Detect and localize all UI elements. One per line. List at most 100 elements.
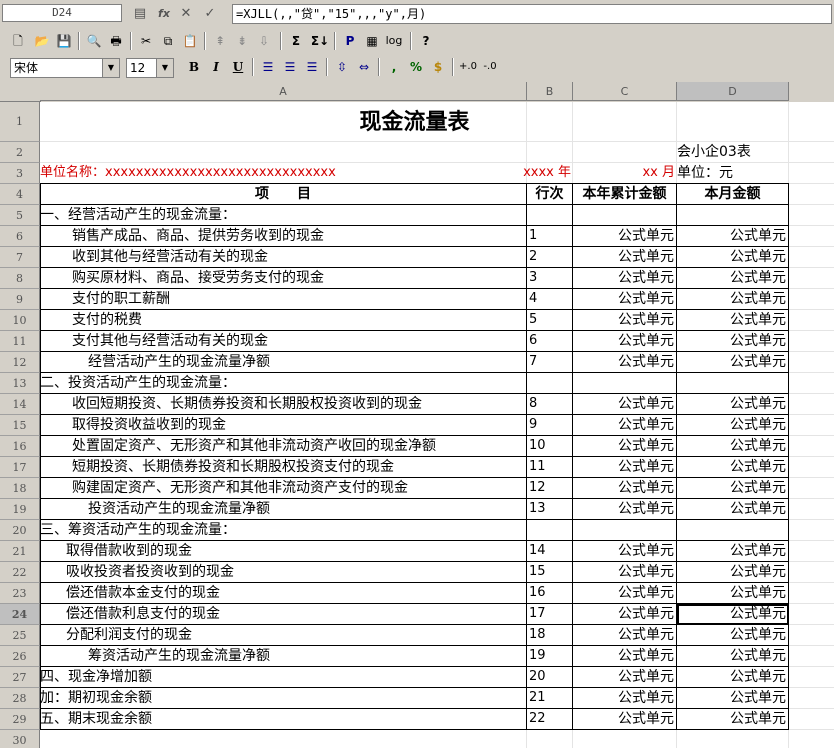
table-row-ytd-amount[interactable] [573,205,677,226]
underline-button[interactable]: U [228,57,248,77]
row-header-12[interactable]: 12 [0,352,40,373]
function-button[interactable]: fx [154,5,174,23]
new-file-icon[interactable]: 🗋 [8,31,28,51]
row-header-8[interactable]: 8 [0,268,40,289]
table-row-ytd-amount[interactable]: 公式单元 [573,394,677,415]
comma-style-button[interactable]: , [384,57,404,77]
align-right-icon[interactable]: ☰ [302,57,322,77]
row-header-29[interactable]: 29 [0,709,40,730]
italic-button[interactable]: I [206,57,226,77]
paste-icon[interactable]: 📋 [180,31,200,51]
table-row-ytd-amount[interactable]: 公式单元 [573,310,677,331]
sum-icon[interactable]: Σ [286,31,306,51]
table-row-ytd-amount[interactable] [573,520,677,541]
table-row-month-amount[interactable]: 公式单元 [677,499,789,520]
column-header-d[interactable]: D [677,82,789,101]
table-row-month-amount[interactable]: 公式单元 [677,352,789,373]
cut-icon[interactable]: ✂ [136,31,156,51]
table-row-month-amount[interactable]: 公式单元 [677,709,789,730]
table-row-ytd-amount[interactable]: 公式单元 [573,436,677,457]
row-header-5[interactable]: 5 [0,205,40,226]
table-row-month-amount[interactable]: 公式单元 [677,688,789,709]
table-row-month-amount[interactable]: 公式单元 [677,394,789,415]
row-header-10[interactable]: 10 [0,310,40,331]
selected-cell-d24[interactable]: 公式单元 [677,604,789,625]
sum-down-icon[interactable]: Σ↓ [310,31,330,51]
confirm-icon[interactable]: ✓ [200,5,220,23]
save-icon[interactable]: 💾 [54,31,74,51]
table-row-month-amount[interactable]: 公式单元 [677,625,789,646]
row-header-13[interactable]: 13 [0,373,40,394]
table-row-ytd-amount[interactable]: 公式单元 [573,625,677,646]
percent-style-button[interactable]: % [406,57,426,77]
table-row-ytd-amount[interactable]: 公式单元 [573,709,677,730]
row-header-23[interactable]: 23 [0,583,40,604]
align-center-icon[interactable]: ☰ [280,57,300,77]
table-row-month-amount[interactable]: 公式单元 [677,562,789,583]
printer-icon[interactable]: 🖶 [106,31,126,51]
cell-reference-box[interactable]: D24 [2,4,122,22]
table-row-ytd-amount[interactable]: 公式单元 [573,457,677,478]
row-header-16[interactable]: 16 [0,436,40,457]
row-header-9[interactable]: 9 [0,289,40,310]
font-name-select[interactable]: 宋体 ▼ [10,58,120,78]
open-folder-icon[interactable]: 📂 [32,31,52,51]
chevron-down-icon[interactable]: ▼ [102,59,119,77]
print-preview-icon[interactable]: 🔍 [84,31,104,51]
table-row-ytd-amount[interactable]: 公式单元 [573,247,677,268]
table-row-month-amount[interactable] [677,520,789,541]
table-row-month-amount[interactable]: 公式单元 [677,478,789,499]
table-row-ytd-amount[interactable]: 公式单元 [573,688,677,709]
column-header-c[interactable]: C [573,82,677,101]
increase-decimal-icon[interactable]: +.0 [458,57,478,77]
insert-row-icon[interactable]: ⇞ [210,31,230,51]
row-header-3[interactable]: 3 [0,163,40,184]
decrease-decimal-icon[interactable]: -.0 [480,57,500,77]
table-row-month-amount[interactable]: 公式单元 [677,415,789,436]
log-button[interactable]: log [384,31,404,51]
table-row-ytd-amount[interactable]: 公式单元 [573,604,677,625]
page-setup-icon[interactable]: ▦ [362,31,382,51]
row-header-4[interactable]: 4 [0,184,40,205]
print-button[interactable]: P [340,31,360,51]
row-header-19[interactable]: 19 [0,499,40,520]
formula-input[interactable]: =XJLL(,,"贷","15",,,"y",月) [232,4,832,24]
vertical-align-icon[interactable]: ⇳ [332,57,352,77]
table-row-ytd-amount[interactable]: 公式单元 [573,499,677,520]
chevron-down-icon[interactable]: ▼ [156,59,173,77]
row-header-22[interactable]: 22 [0,562,40,583]
row-header-25[interactable]: 25 [0,625,40,646]
row-header-24[interactable]: 24 [0,604,40,625]
table-row-ytd-amount[interactable]: 公式单元 [573,478,677,499]
table-row-month-amount[interactable]: 公式单元 [677,436,789,457]
row-header-2[interactable]: 2 [0,142,40,163]
table-row-ytd-amount[interactable]: 公式单元 [573,289,677,310]
column-header-b[interactable]: B [527,82,573,101]
calculator-icon[interactable]: ▤ [130,5,150,23]
row-header-17[interactable]: 17 [0,457,40,478]
row-header-30[interactable]: 30 [0,730,40,748]
table-row-month-amount[interactable]: 公式单元 [677,310,789,331]
table-row-ytd-amount[interactable]: 公式单元 [573,331,677,352]
table-row-ytd-amount[interactable]: 公式单元 [573,583,677,604]
row-header-26[interactable]: 26 [0,646,40,667]
column-header-a[interactable]: A [40,82,527,101]
font-size-select[interactable]: 12 ▼ [126,58,174,78]
row-header-1[interactable]: 1 [0,102,40,142]
table-row-month-amount[interactable]: 公式单元 [677,331,789,352]
table-row-month-amount[interactable]: 公式单元 [677,583,789,604]
sort-icon[interactable]: ⇩ [254,31,274,51]
bold-button[interactable]: B [184,57,204,77]
table-row-ytd-amount[interactable]: 公式单元 [573,541,677,562]
table-row-ytd-amount[interactable]: 公式单元 [573,667,677,688]
table-row-month-amount[interactable]: 公式单元 [677,289,789,310]
row-header-20[interactable]: 20 [0,520,40,541]
row-header-14[interactable]: 14 [0,394,40,415]
select-all-corner[interactable] [0,82,41,102]
table-row-ytd-amount[interactable]: 公式单元 [573,562,677,583]
table-row-month-amount[interactable]: 公式单元 [677,646,789,667]
table-row-ytd-amount[interactable]: 公式单元 [573,352,677,373]
row-header-7[interactable]: 7 [0,247,40,268]
row-header-6[interactable]: 6 [0,226,40,247]
merge-cells-icon[interactable]: ⇔ [354,57,374,77]
